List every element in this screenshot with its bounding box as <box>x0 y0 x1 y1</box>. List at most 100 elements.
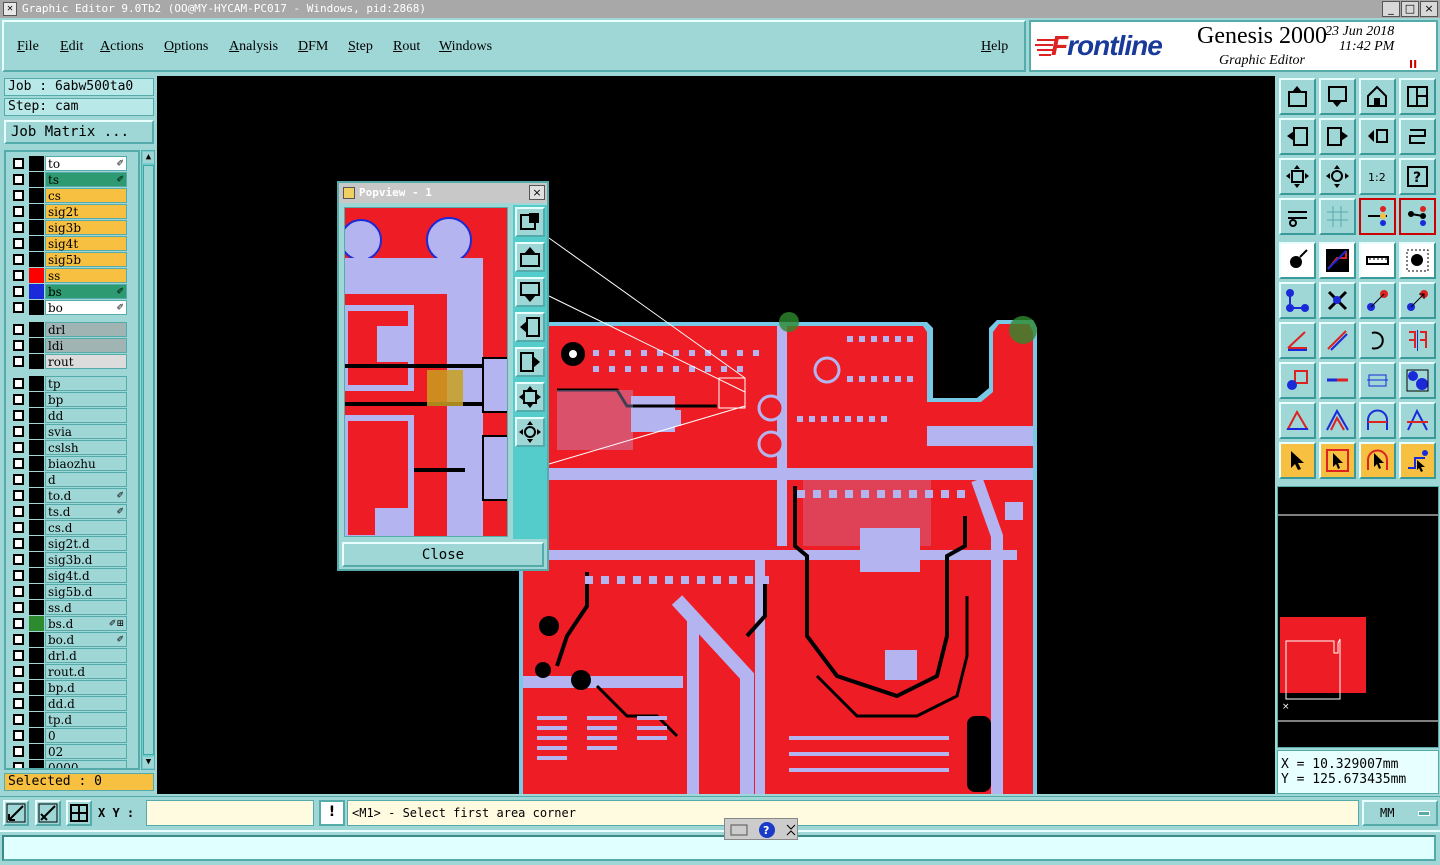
redraw-icon[interactable] <box>1399 118 1436 155</box>
scroll-thumb[interactable] <box>143 165 154 755</box>
layer-color-swatch[interactable] <box>29 568 44 583</box>
zoom-center-icon[interactable] <box>1319 158 1356 195</box>
grid-snap-icon[interactable] <box>66 800 92 826</box>
layer-row[interactable]: sig4t <box>8 236 127 251</box>
pointer-area-icon[interactable] <box>1359 442 1396 479</box>
layer-row[interactable]: 0 <box>8 728 127 743</box>
layer-row[interactable]: bo.d ✐ <box>8 632 127 647</box>
layer-name[interactable]: cs.d <box>45 520 127 535</box>
pause-indicator[interactable]: II <box>1409 58 1417 71</box>
layer-color-swatch[interactable] <box>29 504 44 519</box>
layer-name[interactable]: drl <box>45 322 127 337</box>
layer-name[interactable]: bs.d ✐⊞ <box>45 616 127 631</box>
arc-icon[interactable] <box>1359 322 1396 359</box>
layer-row[interactable]: ss.d <box>8 600 127 615</box>
layer-color-swatch[interactable] <box>29 236 44 251</box>
angle-line-icon[interactable] <box>1279 322 1316 359</box>
layer-checkbox[interactable] <box>13 394 24 405</box>
layer-name[interactable]: tp <box>45 376 127 391</box>
layer-name[interactable]: ss <box>45 268 127 283</box>
layer-color-swatch[interactable] <box>29 156 44 171</box>
graphics-canvas[interactable] <box>157 76 1275 794</box>
layer-name[interactable]: sig4t.d <box>45 568 127 583</box>
add-pad-icon[interactable] <box>1279 242 1316 279</box>
scroll-down-icon[interactable]: ▼ <box>143 757 154 768</box>
layer-checkbox[interactable] <box>13 340 24 351</box>
layer-color-swatch[interactable] <box>29 488 44 503</box>
layer-name[interactable]: dd.d <box>45 696 127 711</box>
layer-row[interactable]: rout.d <box>8 664 127 679</box>
layer-row[interactable]: ts ✐ <box>8 172 127 187</box>
layer-checkbox[interactable] <box>13 356 24 367</box>
layer-checkbox[interactable] <box>13 206 24 217</box>
popview-title-bar[interactable]: Popview - 1 <box>339 183 547 203</box>
layer-checkbox[interactable] <box>13 698 24 709</box>
pan-left-icon[interactable] <box>1279 118 1316 155</box>
maximize-button[interactable]: □ <box>1401 1 1419 17</box>
popview-fit-icon[interactable] <box>515 382 545 412</box>
layer-name[interactable]: to ✐ <box>45 156 127 171</box>
layer-color-swatch[interactable] <box>29 728 44 743</box>
layer-row[interactable]: sig3b.d <box>8 552 127 567</box>
layer-name[interactable]: rout.d <box>45 664 127 679</box>
layer-checkbox[interactable] <box>13 714 24 725</box>
layer-name[interactable]: 0 <box>45 728 127 743</box>
layer-row[interactable]: 02 <box>8 744 127 759</box>
layer-row[interactable]: bp.d <box>8 680 127 695</box>
layer-row[interactable]: rout <box>8 354 127 369</box>
layer-name[interactable]: cs <box>45 188 127 203</box>
layer-color-swatch[interactable] <box>29 600 44 615</box>
menu-windows[interactable]: Windows <box>439 39 492 55</box>
layer-color-swatch[interactable] <box>29 376 44 391</box>
layer-row[interactable]: sig5b.d <box>8 584 127 599</box>
layer-color-swatch[interactable] <box>29 268 44 283</box>
layer-color-swatch[interactable] <box>29 664 44 679</box>
measure-ruler-icon[interactable] <box>1359 242 1396 279</box>
layer-checkbox[interactable] <box>13 538 24 549</box>
layer-color-swatch[interactable] <box>29 712 44 727</box>
select-pad-icon[interactable] <box>1399 242 1436 279</box>
keyboard-icon[interactable] <box>730 824 748 836</box>
layer-name[interactable]: cslsh <box>45 440 127 455</box>
layer-checkbox[interactable] <box>13 324 24 335</box>
pointer-net-icon[interactable] <box>1399 442 1436 479</box>
layer-row[interactable]: tp.d <box>8 712 127 727</box>
layer-checkbox[interactable] <box>13 474 24 485</box>
layer-checkbox[interactable] <box>13 302 24 313</box>
split-view-icon[interactable] <box>1399 78 1436 115</box>
layer-checkbox[interactable] <box>13 490 24 501</box>
arch-cross-icon[interactable] <box>1399 402 1436 439</box>
layer-name[interactable]: sig5b.d <box>45 584 127 599</box>
layer-name[interactable]: sig3b <box>45 220 127 235</box>
layer-name[interactable]: ts ✐ <box>45 172 127 187</box>
layer-row[interactable]: drl.d <box>8 648 127 663</box>
layer-color-swatch[interactable] <box>29 648 44 663</box>
layer-name[interactable]: bo.d ✐ <box>45 632 127 647</box>
layer-name[interactable]: bp.d <box>45 680 127 695</box>
overview-map[interactable]: × <box>1277 486 1439 748</box>
layer-color-swatch[interactable] <box>29 536 44 551</box>
layer-row[interactable]: to ✐ <box>8 156 127 171</box>
peak-icon[interactable] <box>1319 402 1356 439</box>
layer-color-swatch[interactable] <box>29 520 44 535</box>
layer-name[interactable]: tp.d <box>45 712 127 727</box>
layer-name[interactable]: sig5b <box>45 252 127 267</box>
layer-row[interactable]: cslsh <box>8 440 127 455</box>
menu-rout[interactable]: Rout <box>393 39 420 55</box>
layer-row[interactable]: ldi <box>8 338 127 353</box>
layer-row[interactable]: biaozhu <box>8 456 127 471</box>
layer-name[interactable]: bp <box>45 392 127 407</box>
layer-checkbox[interactable] <box>13 426 24 437</box>
layer-checkbox[interactable] <box>13 238 24 249</box>
layer-checkbox[interactable] <box>13 286 24 297</box>
layer-name[interactable]: biaozhu <box>45 456 127 471</box>
layer-row[interactable]: bp <box>8 392 127 407</box>
home-icon[interactable] <box>1359 78 1396 115</box>
layer-name[interactable]: sig3b.d <box>45 552 127 567</box>
layer-name[interactable]: d <box>45 472 127 487</box>
popview-close-button[interactable]: Close <box>342 542 544 567</box>
layer-row[interactable]: bs.d ✐⊞ <box>8 616 127 631</box>
close-window-button[interactable]: × <box>1420 1 1438 17</box>
minimize-button[interactable]: _ <box>1382 1 1400 17</box>
layer-checkbox[interactable] <box>13 634 24 645</box>
